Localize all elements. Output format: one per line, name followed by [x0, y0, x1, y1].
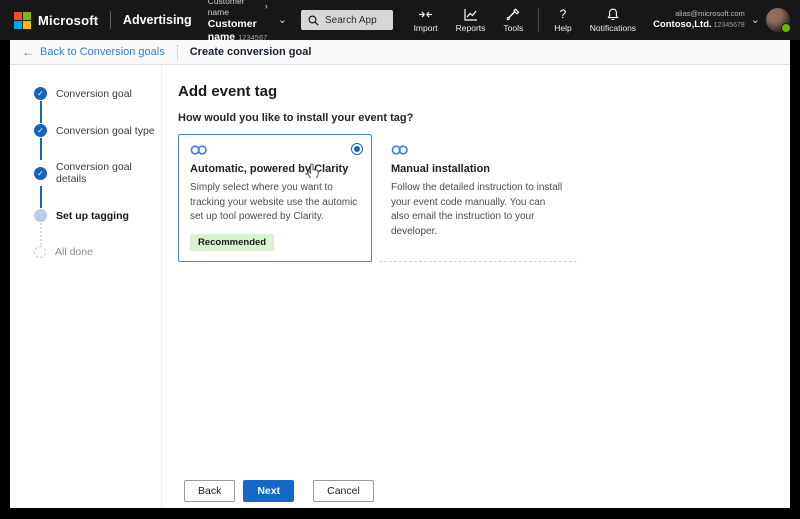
back-button[interactable]: Back: [184, 480, 236, 502]
divider: [538, 8, 540, 32]
next-button[interactable]: Next: [243, 480, 295, 502]
recommended-badge: Recommended: [190, 233, 275, 251]
radio-selected[interactable]: [351, 143, 363, 155]
reports-icon: [463, 9, 477, 21]
option-title: Manual installation: [391, 163, 491, 175]
step-label: All done: [55, 246, 93, 258]
step-current-icon: [34, 209, 47, 222]
menu-item-label: Import: [413, 23, 438, 33]
user-avatar[interactable]: [766, 8, 792, 33]
step-connector: [39, 186, 42, 208]
radio-dot: [354, 146, 360, 152]
page-title: Create conversion goal: [189, 46, 312, 58]
account-parent-name: Customer name: [207, 0, 245, 17]
menu-item-label: Notifications: [589, 23, 637, 33]
menu-item-import[interactable]: Import: [405, 5, 447, 36]
option-description: Simply select where you want to tracking…: [190, 182, 358, 222]
search-input[interactable]: [324, 14, 386, 26]
microsoft-logo[interactable]: Microsoft: [14, 11, 99, 29]
main-panel: Add event tag How would you like to inst…: [162, 65, 790, 508]
menu-item-reports[interactable]: Reports: [447, 5, 495, 36]
menu-item-tools[interactable]: Tools: [494, 5, 532, 36]
step-label: Set up tagging: [56, 209, 129, 222]
menu-item-label: Reports: [455, 23, 486, 33]
wizard-step-conversion-goal-details[interactable]: ✓ Conversion goal details: [34, 161, 161, 185]
link-icon: [391, 145, 408, 155]
microsoft-logo-icon: [14, 11, 31, 29]
divider: [110, 11, 111, 29]
menu-item-help[interactable]: ? Help: [545, 4, 580, 36]
profile-company-id: 12345678: [713, 21, 745, 29]
divider: [176, 45, 178, 59]
wizard-step-set-up-tagging[interactable]: Set up tagging: [34, 209, 161, 222]
back-arrow-icon: ←: [22, 45, 34, 59]
menu-item-notifications[interactable]: Notifications: [581, 5, 645, 36]
cancel-button[interactable]: Cancel: [313, 480, 374, 502]
wizard-footer: Back Next Cancel: [184, 480, 374, 502]
menu-item-label: Tools: [503, 23, 524, 33]
chevron-down-icon: ⌄: [277, 13, 287, 26]
app-search[interactable]: [300, 10, 393, 30]
wizard-steps-sidebar: ✓ Conversion goal ✓ Conversion goal type…: [10, 65, 162, 508]
account-picker[interactable]: Customer name › Customer name 1234567 ⌄: [208, 0, 287, 44]
option-description: Follow the detailed instruction to insta…: [391, 182, 563, 237]
tools-icon: [506, 8, 520, 21]
profile-menu[interactable]: alias@microsoft.com Contoso,Ltd. 12345678…: [653, 8, 792, 33]
step-upcoming-icon: [34, 246, 46, 258]
back-to-conversion-goals-link[interactable]: ← Back to Conversion goals: [22, 45, 165, 59]
profile-email: alias@microsoft.com: [675, 8, 745, 18]
step-label: Conversion goal: [56, 87, 132, 100]
screen: Microsoft Advertising Customer name › Cu…: [0, 0, 800, 519]
step-complete-icon: ✓: [34, 166, 47, 180]
import-icon: [419, 11, 433, 18]
step-connector: [39, 101, 42, 123]
chevron-down-icon: ⌄: [750, 13, 761, 26]
top-navigation-bar: Microsoft Advertising Customer name › Cu…: [0, 0, 800, 43]
link-icon: [190, 145, 207, 155]
app-surface: ← Back to Conversion goals Create conver…: [10, 40, 790, 508]
chevron-right-icon: ›: [264, 1, 268, 12]
step-label: Conversion goal type: [56, 124, 155, 137]
topbar-menu: Import Reports Tools ? Help Notification…: [405, 4, 646, 36]
product-name: Advertising: [122, 13, 192, 27]
wizard-step-conversion-goal-type[interactable]: ✓ Conversion goal type: [34, 124, 161, 137]
wizard-step-conversion-goal[interactable]: ✓ Conversion goal: [34, 87, 161, 100]
wizard-step-all-done[interactable]: All done: [34, 246, 161, 258]
install-question: How would you like to install your event…: [178, 112, 414, 124]
install-options: Automatic, powered by Clarity Simply sel…: [178, 134, 790, 262]
profile-company: Contoso,Ltd.: [653, 18, 712, 30]
section-heading: Add event tag: [178, 83, 278, 100]
step-complete-icon: ✓: [34, 124, 47, 137]
option-card-manual-installation[interactable]: Manual installation Follow the detailed …: [379, 134, 578, 262]
page-subheader: ← Back to Conversion goals Create conver…: [10, 40, 790, 65]
step-connector: [39, 223, 42, 245]
back-link-label: Back to Conversion goals: [40, 46, 165, 58]
menu-item-label: Help: [554, 23, 572, 33]
step-connector: [39, 138, 42, 160]
step-complete-icon: ✓: [34, 87, 47, 100]
help-icon: ?: [559, 7, 567, 21]
option-title: Automatic, powered by Clarity: [190, 163, 349, 175]
option-card-automatic-clarity[interactable]: Automatic, powered by Clarity Simply sel…: [178, 134, 372, 262]
bell-icon: [607, 8, 619, 21]
search-icon: [308, 14, 319, 26]
step-label: Conversion goal details: [56, 161, 132, 185]
brand-name: Microsoft: [38, 12, 99, 28]
